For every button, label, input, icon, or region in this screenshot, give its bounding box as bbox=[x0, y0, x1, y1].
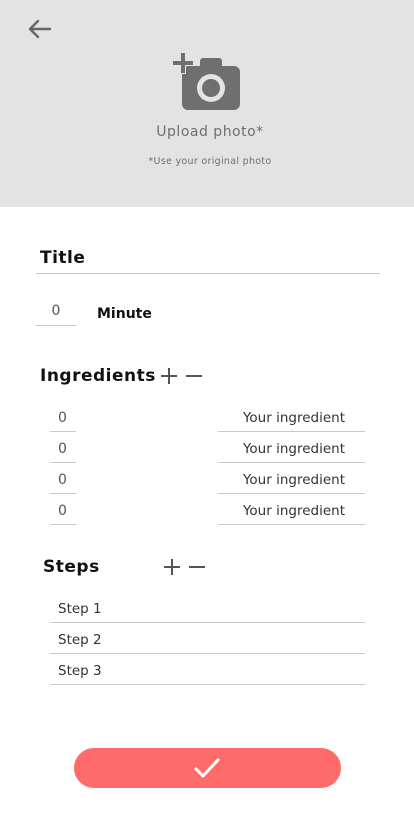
title-label: Title bbox=[40, 248, 86, 268]
steps-title: Steps bbox=[43, 557, 100, 577]
upload-photo-hint: *Use your original photo bbox=[148, 156, 272, 167]
arrow-left-icon bbox=[28, 19, 52, 39]
upload-photo-button[interactable] bbox=[172, 50, 242, 112]
add-photo-icon bbox=[172, 52, 240, 110]
minute-input[interactable]: 0 bbox=[36, 303, 76, 326]
title-input[interactable]: Title bbox=[36, 244, 380, 274]
minute-label: Minute bbox=[97, 306, 152, 322]
add-step-button[interactable] bbox=[163, 558, 181, 576]
step-input[interactable]: Step 2 bbox=[50, 632, 365, 654]
ingredients-title: Ingredients bbox=[40, 366, 156, 386]
ingredient-name-input[interactable]: Your ingredient bbox=[218, 472, 365, 494]
remove-step-button[interactable] bbox=[188, 558, 206, 576]
ingredient-qty-input[interactable]: 0 bbox=[50, 441, 76, 463]
add-ingredient-button[interactable] bbox=[160, 367, 178, 385]
photo-upload-header: Upload photo* *Use your original photo bbox=[0, 0, 414, 207]
ingredient-qty-input[interactable]: 0 bbox=[50, 472, 76, 494]
back-button[interactable] bbox=[26, 18, 54, 40]
step-input[interactable]: Step 3 bbox=[50, 663, 365, 685]
checkmark-icon bbox=[194, 758, 220, 778]
ingredient-qty-input[interactable]: 0 bbox=[50, 410, 76, 432]
upload-photo-label: Upload photo* bbox=[156, 124, 264, 140]
ingredient-name-input[interactable]: Your ingredient bbox=[218, 503, 365, 525]
ingredient-name-input[interactable]: Your ingredient bbox=[218, 441, 365, 463]
step-input[interactable]: Step 1 bbox=[50, 601, 365, 623]
ingredient-name-input[interactable]: Your ingredient bbox=[218, 410, 365, 432]
remove-ingredient-button[interactable] bbox=[185, 367, 203, 385]
submit-button[interactable] bbox=[74, 748, 341, 788]
ingredient-qty-input[interactable]: 0 bbox=[50, 503, 76, 525]
